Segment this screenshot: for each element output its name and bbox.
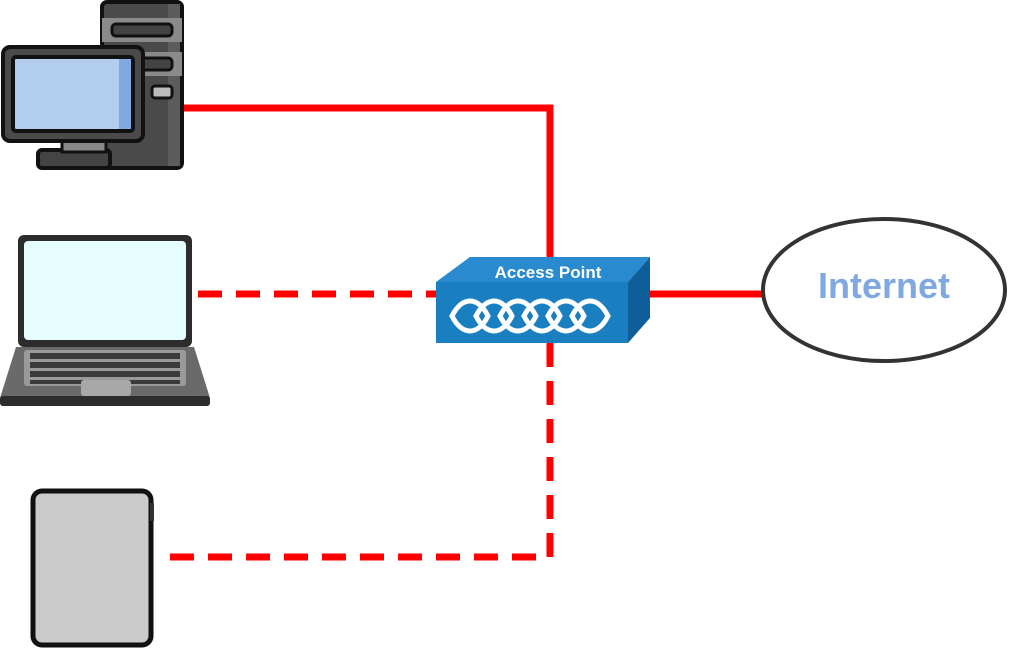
internet-label: Internet <box>818 265 950 306</box>
internet-cloud: Internet <box>761 217 1007 363</box>
tablet-wireless-link <box>160 343 554 561</box>
access-point-icon: Access Point <box>436 257 650 343</box>
desktop-wired-link <box>183 104 554 260</box>
laptop-icon <box>0 235 210 406</box>
network-diagram: Access Point Internet <box>0 0 1007 648</box>
tablet-icon <box>30 488 154 648</box>
access-point-label: Access Point <box>495 263 602 282</box>
desktop-computer-icon <box>1 0 184 170</box>
